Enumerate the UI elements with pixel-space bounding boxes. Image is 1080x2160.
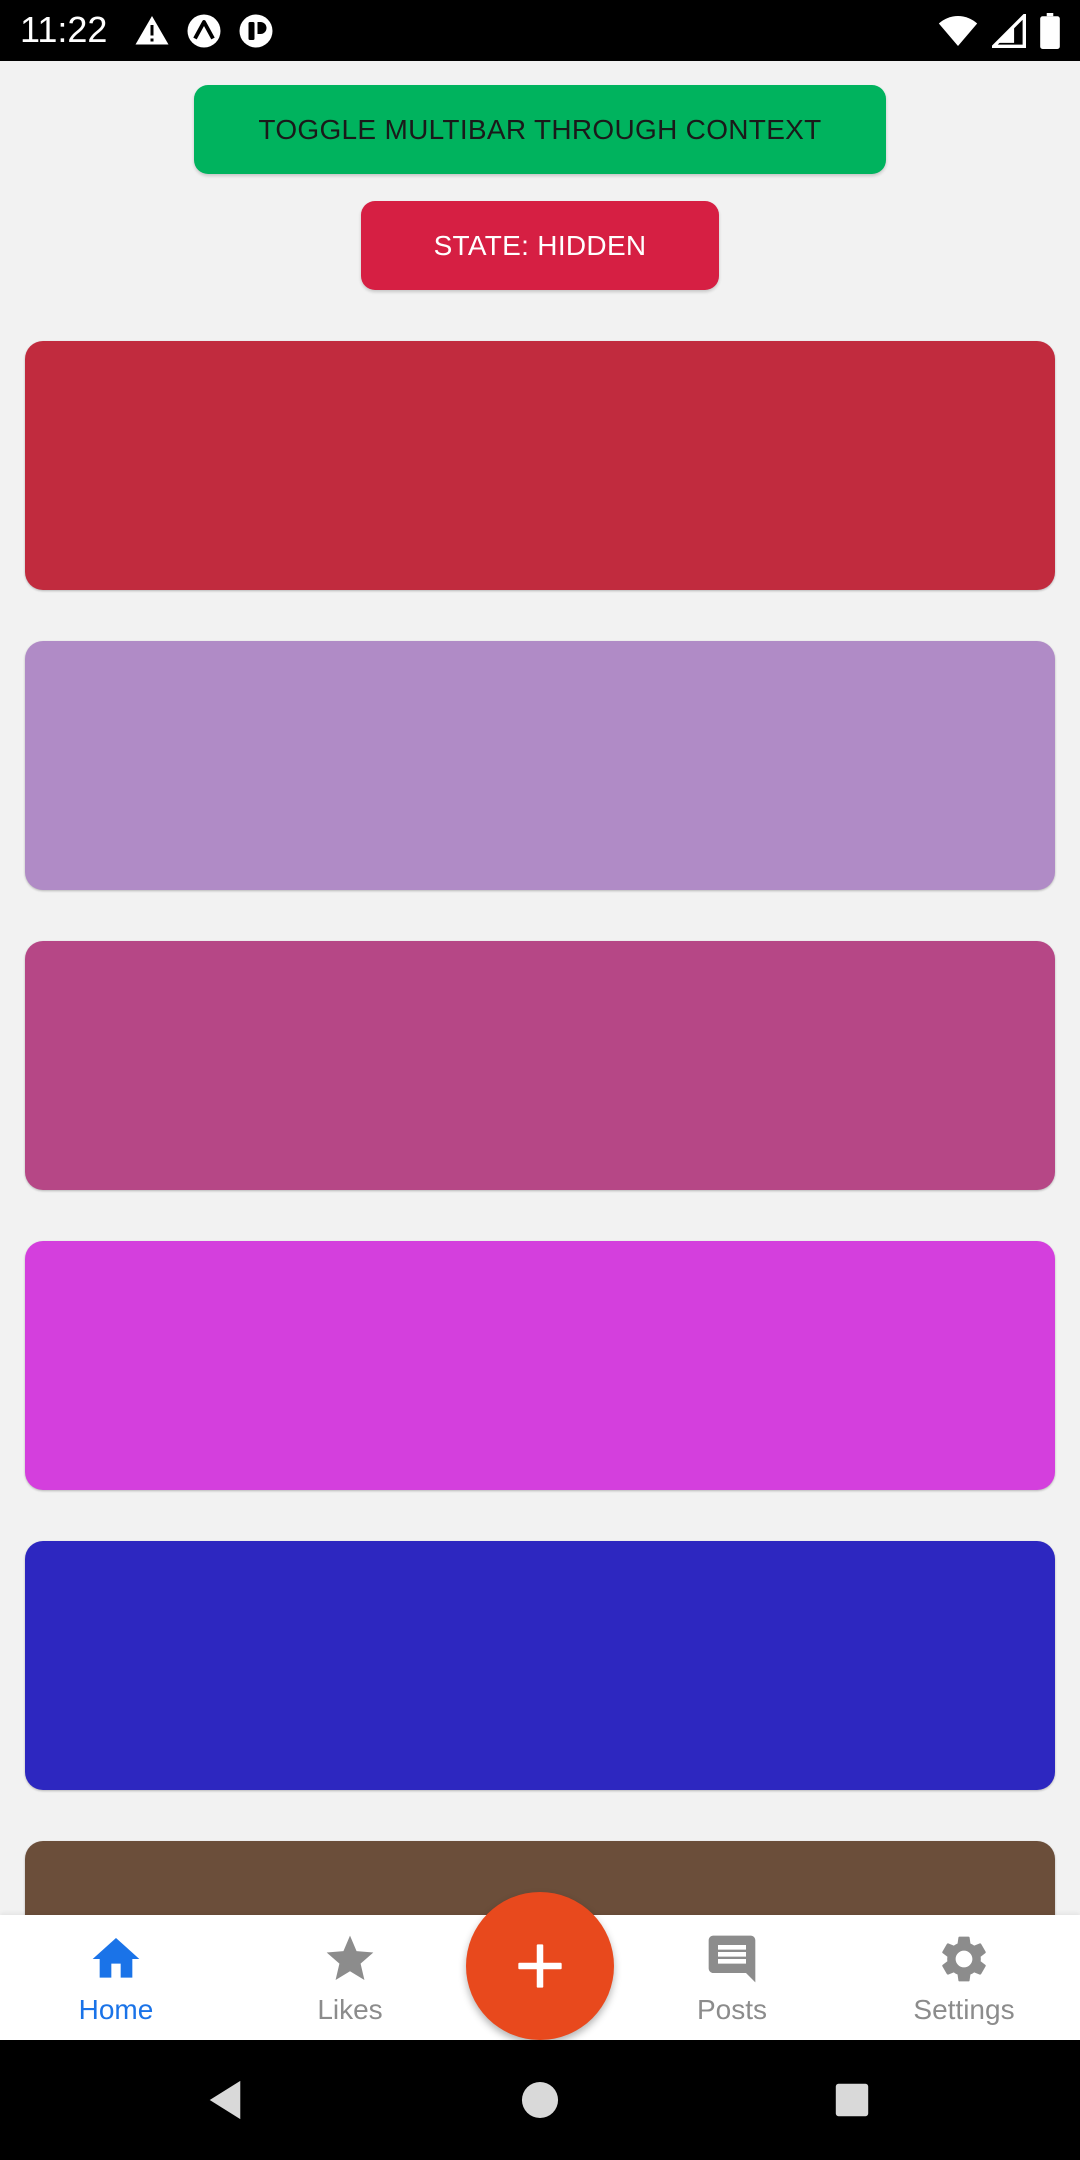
star-icon [326,1935,374,1980]
color-card [25,1541,1055,1790]
system-icons [938,12,1060,50]
notification-icons [134,14,274,48]
expo-icon [187,14,221,48]
tab-likes[interactable]: Likes [260,1915,440,2040]
card-list[interactable]: Toggle multibar through context State: h… [0,0,1080,1915]
nav-home-button[interactable] [480,2040,600,2160]
nav-recents-button[interactable] [792,2040,912,2160]
signal-icon [992,14,1026,48]
home-icon [92,1938,140,1978]
react-native-icon [239,14,273,48]
status-time: 11:22 [20,9,108,50]
system-nav-bar [0,2040,1080,2160]
tab-label: Likes [317,1994,383,2025]
toggle-multibar-button[interactable]: Toggle multibar through context [194,85,886,174]
status-bar: 11:22 [0,0,1080,61]
screen: Toggle multibar through context State: h… [0,0,1080,2160]
color-card [25,341,1055,590]
tab-settings[interactable]: Settings [874,1915,1054,2040]
alert-triangle-icon [135,16,169,45]
tab-label: Settings [913,1994,1015,2025]
home-circle-icon [521,2081,559,2119]
color-card [25,1241,1055,1490]
color-card [25,941,1055,1190]
add-fab-button[interactable] [466,1892,614,2040]
wifi-icon [938,16,978,46]
back-triangle-icon [209,2080,241,2120]
plus-icon [518,1944,562,1988]
recents-square-icon [835,2083,869,2117]
battery-icon [1040,13,1060,49]
state-button[interactable]: State: hidden [361,201,719,290]
tab-label: Home [78,1994,154,2025]
tab-home[interactable]: Home [26,1915,206,2040]
gear-icon [942,1936,986,1982]
chat-bubble-icon [708,1935,756,1983]
tab-posts[interactable]: Posts [642,1915,822,2040]
nav-back-button[interactable] [165,2040,285,2160]
color-card [25,641,1055,890]
tab-label: Posts [696,1994,768,2025]
